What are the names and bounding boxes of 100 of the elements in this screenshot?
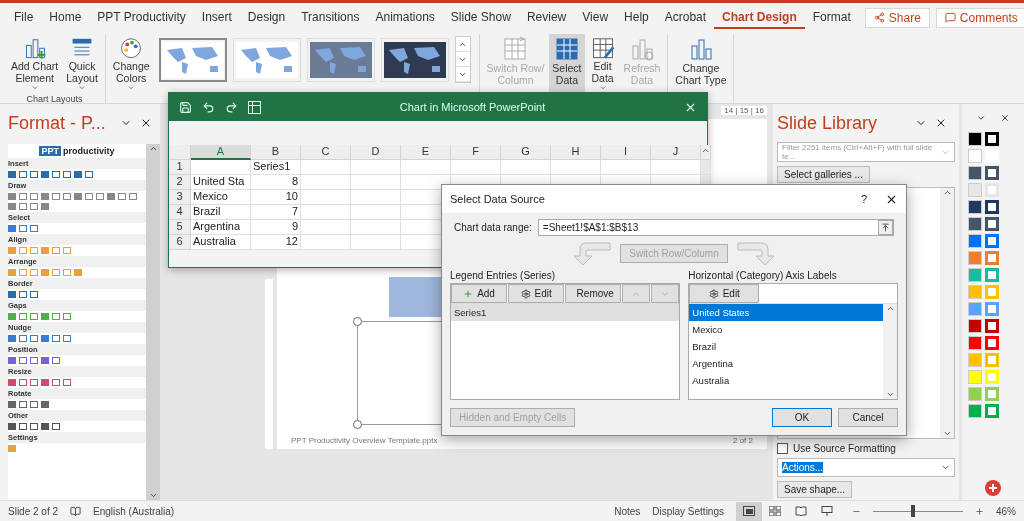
color-swatch[interactable] <box>968 200 982 214</box>
comments-button[interactable]: Comments <box>935 7 1024 28</box>
collapse-button[interactable] <box>878 220 893 235</box>
color-swatch[interactable] <box>968 319 982 333</box>
actions-dropdown[interactable]: Actions... <box>777 458 955 477</box>
color-swatch[interactable] <box>968 285 982 299</box>
view-button[interactable] <box>736 501 762 521</box>
move-down-button[interactable] <box>651 284 680 303</box>
display-settings-button[interactable]: Display Settings <box>652 505 724 517</box>
column-header[interactable]: G <box>501 145 551 160</box>
color-swatch[interactable] <box>968 387 982 401</box>
color-swatch[interactable] <box>968 132 982 146</box>
move-up-button[interactable] <box>622 284 651 303</box>
outline-swatch[interactable] <box>985 217 999 231</box>
menu-tab[interactable]: Format <box>804 6 859 29</box>
outline-swatch[interactable] <box>985 387 999 401</box>
outline-swatch[interactable] <box>985 268 999 282</box>
scroll-up-icon[interactable] <box>701 145 711 160</box>
list-item[interactable]: Mexico <box>689 321 883 338</box>
column-header[interactable]: C <box>301 145 351 160</box>
row-header[interactable]: 5 <box>169 220 191 235</box>
column-header[interactable]: E <box>401 145 451 160</box>
color-swatch[interactable] <box>968 234 982 248</box>
column-header[interactable]: B <box>251 145 301 160</box>
menu-tab[interactable]: Design <box>239 6 294 29</box>
resize-handle[interactable] <box>353 317 362 326</box>
color-swatch[interactable] <box>968 353 982 367</box>
cancel-button[interactable]: Cancel <box>838 408 898 427</box>
row-header[interactable]: 6 <box>169 235 191 250</box>
menu-tab[interactable]: View <box>574 6 617 29</box>
row-header[interactable]: 1 <box>169 160 191 175</box>
menu-tab[interactable]: File <box>6 6 42 29</box>
list-item[interactable]: Series1 <box>451 304 680 321</box>
color-swatch[interactable] <box>968 183 982 197</box>
list-item[interactable]: Australia <box>689 372 883 389</box>
menu-tab[interactable]: Insert <box>193 6 240 29</box>
color-swatch[interactable] <box>968 370 982 384</box>
scroll-down-icon[interactable] <box>885 390 895 399</box>
menu-tab[interactable]: Slide Show <box>442 6 519 29</box>
color-swatch[interactable] <box>968 268 982 282</box>
menu-tab[interactable]: Review <box>518 6 575 29</box>
undo-icon[interactable] <box>202 100 215 114</box>
color-swatch[interactable] <box>968 251 982 265</box>
column-header[interactable]: I <box>601 145 651 160</box>
ribbon-button[interactable]: Change Colors <box>109 34 153 94</box>
dropdown-icon[interactable] <box>976 113 986 123</box>
column-header[interactable]: A <box>191 145 251 160</box>
close-icon[interactable] <box>1000 113 1010 123</box>
edit-button[interactable]: Edit <box>689 284 760 303</box>
sheet-icon[interactable] <box>248 100 261 114</box>
menu-tab[interactable]: Home <box>41 6 90 29</box>
scroll-up-icon[interactable] <box>148 144 158 153</box>
resize-handle[interactable] <box>353 420 362 429</box>
ok-button[interactable]: OK <box>772 408 832 427</box>
dropdown-icon[interactable] <box>941 463 950 472</box>
color-swatch[interactable] <box>968 336 982 350</box>
outline-swatch[interactable] <box>985 166 999 180</box>
color-swatch[interactable] <box>968 404 982 418</box>
help-button[interactable]: ? <box>860 193 867 205</box>
menu-tab[interactable]: Transitions <box>293 6 368 29</box>
chart-style-thumbnail[interactable] <box>158 37 227 82</box>
menu-tab[interactable]: Help <box>616 6 657 29</box>
ribbon-button[interactable]: Edit Data <box>586 34 619 94</box>
menu-tab[interactable]: Acrobat <box>656 6 715 29</box>
range-field[interactable]: =Sheet1!$A$1:$B$13 <box>537 219 894 236</box>
column-header[interactable]: J <box>651 145 701 160</box>
row-header[interactable]: 4 <box>169 205 191 220</box>
outline-swatch[interactable] <box>985 132 999 146</box>
share-button[interactable]: Share <box>864 7 930 28</box>
outline-swatch[interactable] <box>985 200 999 214</box>
ribbon-button[interactable]: Change Chart Type <box>672 34 730 94</box>
redo-icon[interactable] <box>225 100 238 114</box>
color-swatch[interactable] <box>968 149 982 163</box>
menu-tab[interactable]: Animations <box>367 6 443 29</box>
outline-swatch[interactable] <box>985 319 999 333</box>
list-button[interactable]: Add <box>451 284 508 303</box>
outline-swatch[interactable] <box>985 234 999 248</box>
row-header[interactable]: 2 <box>169 175 191 190</box>
column-header[interactable]: H <box>551 145 601 160</box>
column-header[interactable]: D <box>351 145 401 160</box>
zoom-in-icon[interactable] <box>975 506 984 516</box>
list-item[interactable]: United States <box>689 304 883 321</box>
outline-swatch[interactable] <box>985 404 999 418</box>
outline-swatch[interactable] <box>985 251 999 265</box>
list-button[interactable]: Edit <box>508 284 565 303</box>
scroll-down-icon[interactable] <box>148 491 158 500</box>
menu-tab[interactable]: PPT Productivity <box>89 6 194 29</box>
save-icon[interactable] <box>179 100 192 114</box>
row-header[interactable]: 3 <box>169 190 191 205</box>
outline-swatch[interactable] <box>985 302 999 316</box>
notes-button[interactable]: Notes <box>614 505 641 517</box>
color-swatch[interactable] <box>968 166 982 180</box>
scroll-up-icon[interactable] <box>885 304 895 313</box>
scroll-down-icon[interactable] <box>942 429 952 438</box>
close-icon[interactable] <box>935 117 947 129</box>
close-icon[interactable] <box>140 117 152 129</box>
column-header[interactable]: F <box>451 145 501 160</box>
add-icon[interactable] <box>985 480 1001 496</box>
menu-tab[interactable]: Chart Design <box>714 6 805 29</box>
list-item[interactable]: Brazil <box>689 338 883 355</box>
